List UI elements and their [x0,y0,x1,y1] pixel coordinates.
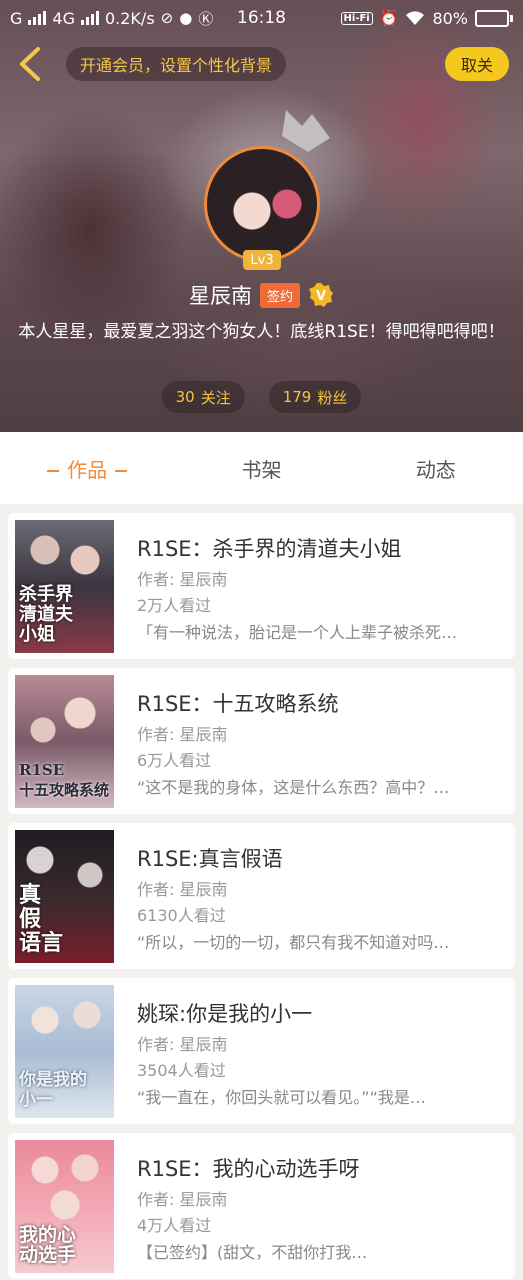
following-stat[interactable]: 30 关注 [161,381,245,413]
book-author: 作者: 星辰南 [137,725,228,744]
book-views: 2万人看过 [137,596,212,615]
tab-works[interactable]: 作品 [0,454,174,483]
tab-indicator-right [115,470,128,472]
profile-header: G 4G 0.2K/s ⊘ ● Ⓚ 16:18 Hi-Fi ⏰ 80% 开通会员… [0,0,523,432]
book-cover-text: 真 假 语言 [19,882,64,956]
tab-activity[interactable]: 动态 [349,454,523,483]
book-card[interactable]: 你是我的 小一 姚琛:你是我的小一 作者: 星辰南 3504人看过 “我一直在，… [8,978,515,1124]
book-author: 作者: 星辰南 [137,1190,228,1209]
user-bio: 本人星星，最爱夏之羽这个狗女人！底线R1SE！得吧得吧得吧！ [18,322,505,342]
book-excerpt: 【已签约】(甜文，不甜你打我… [137,1243,368,1262]
book-author: 作者: 星辰南 [137,1035,228,1054]
book-cover: 真 假 语言 [15,830,114,963]
silent-icon: ⊘ [160,9,174,27]
book-cover-text: 杀手界 清道夫 小姐 [19,584,73,645]
book-excerpt: 「有一种说法，胎记是一个人上辈子被杀死… [137,623,458,642]
tab-works-label: 作品 [67,457,108,482]
unfollow-button[interactable]: 取关 [445,47,509,81]
following-count: 30 [175,388,195,406]
book-views: 3504人看过 [137,1061,226,1080]
book-author: 作者: 星辰南 [137,880,228,899]
book-cover: R1SE 十五攻略系统 [15,675,114,808]
k-app-icon: Ⓚ [198,9,214,28]
svg-text:V: V [316,289,326,304]
signal-icon [28,11,47,25]
book-excerpt: “我一直在，你回头就可以看见。”“我是… [137,1088,426,1107]
status-bar: G 4G 0.2K/s ⊘ ● Ⓚ 16:18 Hi-Fi ⏰ 80% [0,0,523,36]
level-badge: Lv3 [243,250,281,270]
wifi-icon [406,11,425,25]
stats-row: 30 关注 179 粉丝 [0,381,523,413]
book-card[interactable]: R1SE 十五攻略系统 R1SE：十五攻略系统 作者: 星辰南 6万人看过 “这… [8,668,515,814]
book-title: 姚琛:你是我的小一 [137,1002,313,1026]
verified-v-icon: V [309,283,333,307]
name-row: 星辰南 签约 V [0,280,523,310]
tab-bookshelf-label: 书架 [241,457,282,482]
book-card[interactable]: 我的心 动选手 R1SE：我的心动选手呀 作者: 星辰南 4万人看过 【已签约】… [8,1133,515,1279]
following-label: 关注 [200,388,231,407]
vip-background-banner[interactable]: 开通会员，设置个性化背景 [66,47,287,81]
book-views: 6万人看过 [137,751,212,770]
book-card[interactable]: 杀手界 清道夫 小姐 R1SE：杀手界的清道夫小姐 作者: 星辰南 2万人看过 … [8,513,515,659]
signed-badge: 签约 [259,282,300,308]
book-excerpt: “所以，一切的一切，都只有我不知道对吗… [137,933,450,952]
back-arrow-icon[interactable] [14,46,44,82]
network-speed: 0.2K/s [104,8,155,28]
app-icon: ● [179,9,193,27]
signal-icon-2 [80,11,99,25]
book-author: 作者: 星辰南 [137,570,228,589]
battery-percent: 80% [432,8,468,28]
book-cover: 杀手界 清道夫 小姐 [15,520,114,653]
book-cover: 我的心 动选手 [15,1140,114,1273]
book-cover-text: R1SE 十五攻略系统 [19,761,110,799]
book-title: R1SE:真言假语 [137,847,283,871]
tab-bookshelf[interactable]: 书架 [174,454,348,483]
user-name: 星辰南 [188,284,252,308]
book-views: 4万人看过 [137,1216,212,1235]
book-title: R1SE：杀手界的清道夫小姐 [137,537,402,561]
book-title: R1SE：十五攻略系统 [137,692,339,716]
book-title: R1SE：我的心动选手呀 [137,1157,360,1181]
tab-indicator-left [47,470,60,472]
book-card[interactable]: 真 假 语言 R1SE:真言假语 作者: 星辰南 6130人看过 “所以，一切的… [8,823,515,969]
book-cover-text: 我的心 动选手 [19,1224,77,1266]
fans-label: 粉丝 [317,388,348,407]
alarm-icon: ⏰ [379,9,399,27]
fans-stat[interactable]: 179 粉丝 [268,381,362,413]
fans-count: 179 [282,388,312,406]
battery-icon [475,9,513,27]
avatar-image [204,146,320,262]
tab-activity-label: 动态 [415,457,456,482]
avatar[interactable]: Lv3 [204,146,320,270]
book-cover: 你是我的 小一 [15,985,114,1118]
profile-tabs: 作品 书架 动态 [0,432,523,504]
book-views: 6130人看过 [137,906,226,925]
carrier1-label: G [10,8,23,28]
book-excerpt: “这不是我的身体，这是什么东西？高中？… [137,778,450,797]
hifi-badge: Hi-Fi [340,11,373,25]
carrier2-label: 4G [52,8,75,28]
book-cover-text: 你是我的 小一 [19,1070,87,1110]
